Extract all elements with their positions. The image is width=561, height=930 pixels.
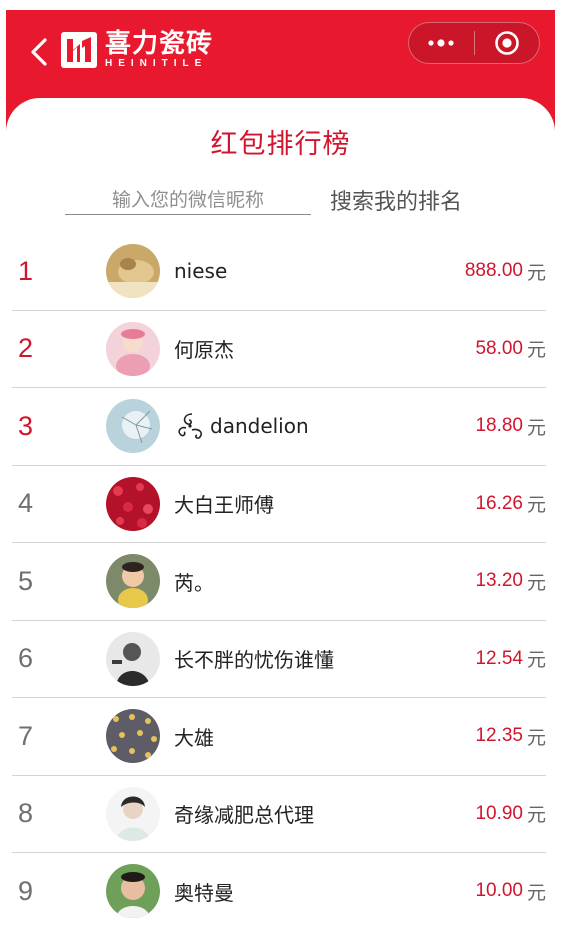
ranking-card: 红包排行榜 搜索我的排名 1 niese 888.00 元	[6, 98, 555, 930]
logo-cn-text: 喜力瓷砖	[105, 29, 214, 59]
ranking-row[interactable]: 9 奥特曼 10.00 元	[12, 853, 546, 930]
amount-unit: 元	[526, 726, 546, 749]
target-close-icon	[494, 31, 519, 55]
more-button[interactable]	[409, 23, 474, 63]
avatar	[106, 476, 160, 531]
avatar	[106, 244, 160, 299]
rank-number: 3	[18, 410, 34, 441]
rank-number: 9	[18, 875, 34, 906]
amount: 58.00	[475, 337, 523, 359]
nickname: 大雄	[174, 725, 214, 750]
avatar	[106, 321, 160, 376]
avatar	[106, 554, 160, 609]
ranking-row[interactable]: 3 dandelion 18.80 元	[12, 388, 546, 466]
ranking-row[interactable]: 7 大雄 12.35 元	[12, 698, 546, 776]
ranking-row[interactable]: 8 奇缘减肥总代理 10.90 元	[12, 776, 546, 853]
avatar	[106, 709, 160, 764]
rank-number: 8	[18, 798, 34, 829]
amount: 10.90	[475, 802, 523, 824]
nickname: 芮。	[174, 570, 214, 595]
amount-unit: 元	[526, 261, 546, 284]
rank-number: 5	[18, 565, 34, 596]
amount: 13.20	[475, 570, 523, 592]
app-frame: 喜力瓷砖 HEINITILE 红包排行榜 搜索我的排名 1	[6, 10, 555, 930]
amount-unit: 元	[526, 571, 546, 594]
avatar	[106, 864, 160, 919]
ranking-list: 1 niese 888.00 元 2 何原杰 58.00 元 3 dandeli…	[12, 233, 546, 930]
amount: 12.54	[475, 647, 523, 669]
rank-number: 6	[18, 643, 34, 674]
ranking-row[interactable]: 2 何原杰 58.00 元	[12, 311, 546, 388]
nickname: dandelion	[210, 414, 309, 439]
amount: 18.80	[475, 415, 523, 437]
rank-number: 2	[18, 333, 34, 364]
amount: 888.00	[464, 260, 523, 282]
amount-unit: 元	[526, 649, 546, 672]
amount-unit: 元	[526, 881, 546, 904]
avatar	[106, 786, 160, 841]
close-button[interactable]	[475, 23, 540, 63]
nickname: 何原杰	[174, 338, 234, 363]
amount-unit: 元	[526, 804, 546, 827]
nickname: 奥特曼	[174, 880, 234, 905]
dandelion-glyph-icon	[178, 413, 203, 440]
search-rank-button[interactable]: 搜索我的排名	[330, 184, 462, 216]
amount-unit: 元	[526, 416, 546, 439]
amount: 16.26	[475, 492, 523, 514]
logo-en-text: HEINITILE	[105, 58, 208, 69]
mini-program-capsule	[408, 22, 540, 64]
amount: 10.00	[475, 880, 523, 902]
chevron-left-icon	[31, 38, 47, 66]
rank-number: 1	[18, 255, 34, 286]
nickname: niese	[174, 259, 228, 284]
ranking-row[interactable]: 5 芮。 13.20 元	[12, 543, 546, 621]
ranking-row[interactable]: 1 niese 888.00 元	[12, 233, 546, 311]
back-button[interactable]	[24, 32, 54, 72]
ranking-row[interactable]: 4 大白王师傅 16.26 元	[12, 466, 546, 543]
rank-number: 4	[18, 488, 34, 519]
avatar	[106, 631, 160, 686]
nickname: 大白王师傅	[174, 493, 274, 518]
ranking-row[interactable]: 6 长不胖的忧伤谁懂 12.54 元	[12, 621, 546, 698]
more-dots-icon	[428, 39, 454, 47]
amount: 12.35	[475, 725, 523, 747]
amount-unit: 元	[526, 339, 546, 362]
brand-logo: 喜力瓷砖 HEINITILE	[61, 24, 213, 76]
rank-number: 7	[18, 720, 34, 751]
nickname: 奇缘减肥总代理	[174, 803, 314, 828]
nickname: 长不胖的忧伤谁懂	[174, 648, 334, 673]
avatar	[106, 399, 160, 454]
nickname-search-input[interactable]	[65, 185, 311, 215]
amount-unit: 元	[526, 494, 546, 517]
page-title: 红包排行榜	[210, 129, 351, 160]
logo-mark-icon	[61, 32, 97, 68]
